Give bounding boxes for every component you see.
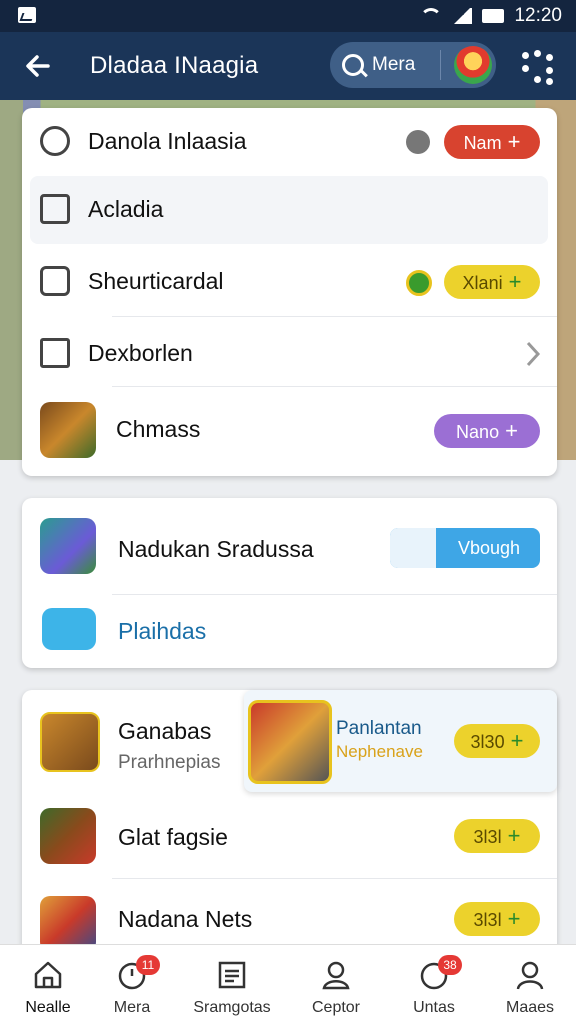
list-item-label: Danola Inlaasia xyxy=(88,128,247,154)
add-button-label: Nam xyxy=(463,133,502,153)
nav-item-profile[interactable]: Maaes xyxy=(482,945,576,1025)
nav-item-mera[interactable]: 11 Mera xyxy=(84,945,180,1025)
game-card: Nadukan Sradussa Vbough Plaihdas xyxy=(22,498,557,668)
list-item-label: Nadana Nets xyxy=(118,906,253,932)
add-button-label: Xlani xyxy=(462,273,503,293)
list-item[interactable]: Chmass Nano + xyxy=(22,388,557,474)
timer-icon xyxy=(40,126,70,156)
list-item[interactable]: Acladia xyxy=(30,176,548,244)
page-title: Dladaa INaagia xyxy=(90,52,259,79)
nav-label: Sramgotas xyxy=(193,999,271,1016)
nav-item-ceptor[interactable]: Ceptor xyxy=(288,945,384,1025)
arrow-icon xyxy=(390,528,436,568)
list-item-label: Nadukan Sradussa xyxy=(118,536,314,562)
add-button[interactable]: 3l30 + xyxy=(454,724,540,758)
add-button-label: 3l3l xyxy=(473,910,502,930)
bird-icon xyxy=(42,608,96,650)
add-button[interactable]: Xlani + xyxy=(444,265,540,299)
notification-icon xyxy=(18,7,36,23)
add-button-label: 3l3l xyxy=(473,827,502,847)
add-button[interactable]: 3l3l + xyxy=(454,819,540,853)
list-item[interactable]: Glat fagsie 3l3l + xyxy=(22,794,557,878)
app-bar: Dladaa INaagia Mera xyxy=(0,32,576,100)
status-icons: 12:20 xyxy=(420,5,562,27)
trash-icon xyxy=(40,194,70,224)
add-button[interactable]: Nam + xyxy=(444,125,540,159)
list-item-label: Plaihdas xyxy=(118,618,207,644)
status-bar: 12:20 xyxy=(0,0,576,32)
add-button[interactable]: 3l3l + xyxy=(454,902,540,936)
list-item[interactable]: Nadukan Sradussa Vbough xyxy=(22,498,557,594)
divider xyxy=(112,386,557,387)
back-button[interactable] xyxy=(22,50,54,82)
divider xyxy=(112,878,557,879)
notification-badge: 38 xyxy=(438,955,462,975)
more-menu-button[interactable] xyxy=(520,50,554,85)
search-bar[interactable]: Mera xyxy=(330,42,496,88)
list-item-label: Chmass xyxy=(116,416,201,442)
game-list-card: Ganabas Prarhnepias Panlantan Nephenave … xyxy=(22,690,557,960)
nav-label: Ceptor xyxy=(311,999,361,1016)
game-thumbnail xyxy=(40,518,96,574)
divider xyxy=(112,594,557,595)
add-button[interactable]: Nano + xyxy=(434,414,540,448)
status-icon xyxy=(406,130,430,154)
menu-card: Danola Inlaasia Nam + Acladia Sheurticard… xyxy=(22,108,557,476)
game-thumbnail xyxy=(40,402,96,458)
nav-label: Untas xyxy=(413,999,455,1016)
user-icon xyxy=(322,961,350,990)
clock: 12:20 xyxy=(514,5,562,26)
pause-box-icon xyxy=(40,338,70,368)
list-item[interactable]: Plaihdas xyxy=(22,596,557,666)
nav-label: Maaes xyxy=(505,999,555,1016)
promo-popup[interactable]: Panlantan Nephenave 3l30 + xyxy=(244,690,557,792)
list-item-label: Ganabas xyxy=(118,718,212,744)
list-icon xyxy=(218,961,246,989)
notification-badge: 11 xyxy=(136,955,160,975)
nav-item-untas[interactable]: 38 Untas xyxy=(386,945,482,1025)
play-button-label: Vbough xyxy=(457,538,521,558)
list-item[interactable]: Ganabas Prarhnepias Panlantan Nephenave … xyxy=(22,690,557,792)
person-icon xyxy=(516,961,544,990)
play-button[interactable]: Vbough xyxy=(390,528,540,568)
list-item-label: Dexborlen xyxy=(88,340,193,366)
search-label: Mera xyxy=(372,54,416,75)
promo-subtitle: Nephenave xyxy=(336,742,423,761)
nav-item-sramgotas[interactable]: Sramgotas xyxy=(184,945,280,1025)
promo-title: Panlantan xyxy=(336,718,422,739)
nav-label: Mera xyxy=(113,999,151,1016)
game-thumbnail xyxy=(248,700,332,784)
list-item[interactable]: Dexborlen xyxy=(22,318,557,384)
game-thumbnail xyxy=(40,712,100,772)
nav-label: Nealle xyxy=(25,999,71,1016)
list-item[interactable]: Sheurticardal Xlani + xyxy=(22,248,557,316)
battery-icon xyxy=(482,9,505,23)
add-button-label: 3l30 xyxy=(470,732,505,752)
arrow-left-icon xyxy=(26,55,50,77)
list-item-label: Glat fagsie xyxy=(118,824,228,850)
star-icon xyxy=(406,270,432,296)
signal-icon xyxy=(452,8,473,24)
search-box-icon xyxy=(40,266,70,296)
nav-item-home[interactable]: Nealle xyxy=(0,945,96,1025)
home-icon xyxy=(34,961,62,989)
list-item-label: Acladia xyxy=(88,196,164,222)
add-button-label: Nano xyxy=(456,422,500,442)
bottom-navigation: Nealle 11 Mera Sramgotas Ceptor 38 Untas… xyxy=(0,944,576,1025)
search-divider xyxy=(440,50,441,80)
divider xyxy=(112,316,557,317)
game-thumbnail xyxy=(40,808,96,864)
wifi-icon xyxy=(420,8,443,24)
chevron-right-icon xyxy=(526,341,541,367)
avatar[interactable] xyxy=(454,46,492,84)
search-icon xyxy=(342,54,364,76)
list-item-sublabel: Prarhnepias xyxy=(118,752,221,773)
list-item-label: Sheurticardal xyxy=(88,268,224,294)
list-item[interactable]: Danola Inlaasia Nam + xyxy=(22,108,557,174)
